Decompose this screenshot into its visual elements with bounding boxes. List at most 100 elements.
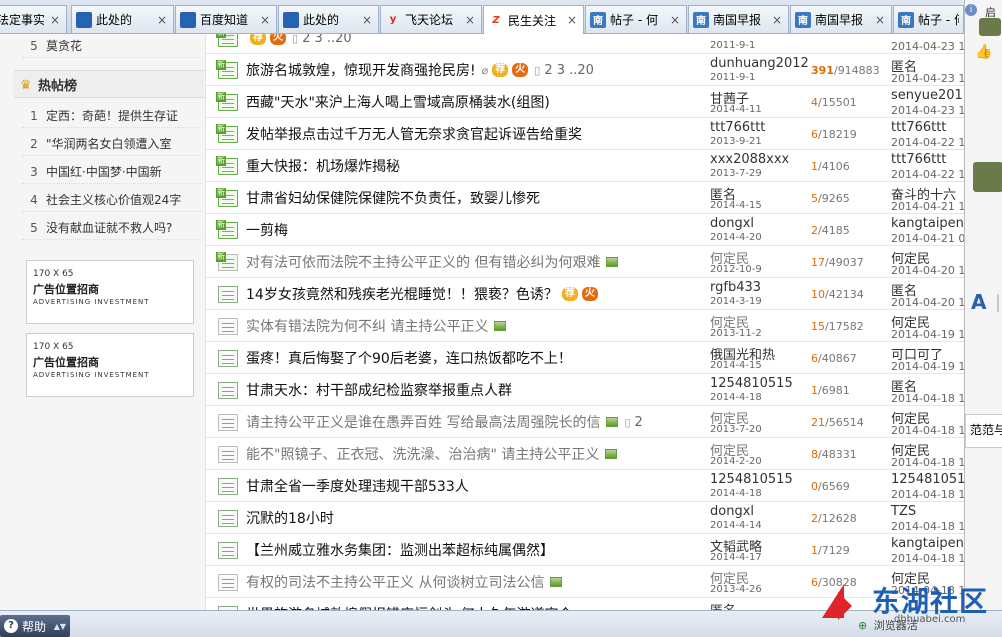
table-row[interactable]: 新西藏"天水"来沪上海人喝上雪域高原桶装水(组图) 甘茜子 2014-4-11 4/1…: [206, 86, 964, 118]
thumbs-up-icon[interactable]: 👍: [975, 44, 993, 62]
thread-title[interactable]: 旅游名城敦煌，惊现开发商强抢民房! ⌀ 荐火 ▯ 2 3 ..20: [246, 60, 594, 80]
thread-title-text[interactable]: 一剪梅: [246, 220, 288, 240]
last-reply-user[interactable]: senyue201: [891, 88, 963, 103]
thread-title-text[interactable]: 请主持公平正义是谁在愚弄百姓 写给最高法周强院长的信: [246, 412, 600, 432]
list-item[interactable]: 5 莫贪花: [22, 34, 202, 58]
close-icon[interactable]: ×: [873, 13, 887, 27]
thread-title[interactable]: 沉默的18小时: [246, 508, 334, 528]
thread-title-text[interactable]: 甘肃全省一季度处理违规干部533人: [246, 476, 469, 496]
tab-3[interactable]: 🐾 此处的 ×: [278, 5, 379, 33]
table-row[interactable]: 14岁女孩竟然和残疾老光棍睡觉！！猥亵？色诱？荐火 rgfb433 2014-3-1…: [206, 278, 964, 310]
close-icon[interactable]: ×: [463, 13, 477, 27]
page-links[interactable]: 2 3 ..20: [302, 34, 352, 46]
thread-title-text[interactable]: 旅游名城敦煌，惊现开发商强抢民房!: [246, 60, 476, 80]
table-row[interactable]: 【兰州威立雅水务集团：监测出苯超标纯属偶然】 文韬武略 2014-4-17 1/712…: [206, 534, 964, 566]
author-name[interactable]: dongxl: [710, 504, 754, 519]
table-row[interactable]: 新甘肃省妇幼保健院保健院不负责任，致婴儿惨死 匿名 2014-4-15 5/9265 奋…: [206, 182, 964, 214]
thread-title-text[interactable]: 沉默的18小时: [246, 508, 334, 528]
ad-banner[interactable]: 170 X 65 广告位置招商 ADVERTISING INVESTMENT: [26, 333, 194, 397]
thread-title-text[interactable]: 14岁女孩竟然和残疾老光棍睡觉！！猥亵？色诱？: [246, 284, 558, 304]
hot-item-text[interactable]: 定西：奇葩！提供生存证: [46, 107, 202, 124]
tab-1[interactable]: 🐾 此处的 ×: [71, 5, 174, 33]
hot-item[interactable]: 2 "华润两名女白领遭入室: [22, 132, 202, 156]
thread-title[interactable]: 有权的司法不主持公平正义 从何谈树立司法公信: [246, 572, 563, 592]
thread-title[interactable]: 甘肃天水：村干部成纪检监察举报重点人群: [246, 380, 512, 400]
tab-9[interactable]: 南 帖子 - 何: [893, 5, 964, 33]
tab-5-active[interactable]: Z 民生关注 ×: [483, 5, 584, 34]
help-button[interactable]: ? 帮助 ▲▼: [0, 615, 70, 637]
thread-title[interactable]: 发帖举报点击过千万无人管无奈求贪官起诉诬告给重奖: [246, 124, 582, 144]
hot-item[interactable]: 3 中国红·中国梦·中国新: [22, 160, 202, 184]
table-row[interactable]: 甘肃天水：村干部成纪检监察举报重点人群 1254810515 2014-4-18 1/…: [206, 374, 964, 406]
hot-item-text[interactable]: 没有献血证就不救人吗?: [46, 219, 202, 236]
thread-title[interactable]: 荐火 ▯ 2 3 ..20: [246, 34, 352, 48]
close-icon[interactable]: ×: [360, 13, 374, 27]
thread-title-text[interactable]: 甘肃省妇幼保健院保健院不负责任，致婴儿惨死: [246, 188, 540, 208]
table-row[interactable]: 请主持公平正义是谁在愚弄百姓 写给最高法周强院长的信 ▯ 2 何定民 2013-7-20…: [206, 406, 964, 438]
author-name[interactable]: dunhuang2012: [710, 56, 809, 71]
last-reply-user[interactable]: kangtaipeng: [891, 536, 964, 551]
thread-title[interactable]: 实体有错法院为何不纠 请主持公平正义: [246, 316, 507, 336]
last-reply-user[interactable]: TZS: [891, 504, 916, 519]
table-row[interactable]: 实体有错法院为何不纠 请主持公平正义 何定民 2013-11-2 15/17582 何定…: [206, 310, 964, 342]
author-name[interactable]: 1254810515: [710, 376, 793, 391]
close-icon[interactable]: ×: [668, 13, 682, 27]
thread-title-text[interactable]: 西藏"天水"来沪上海人喝上雪域高原桶装水(组图): [246, 92, 550, 112]
page-links[interactable]: 2 3 ..20: [544, 63, 594, 78]
hot-item-text[interactable]: "华润两名女白领遭入室: [46, 135, 202, 152]
thread-title[interactable]: 甘肃省妇幼保健院保健院不负责任，致婴儿惨死: [246, 188, 540, 208]
tab-0[interactable]: 法定事实 ×: [0, 5, 67, 33]
thread-title[interactable]: 甘肃全省一季度处理违规干部533人: [246, 476, 469, 496]
author-name[interactable]: rgfb433: [710, 280, 761, 295]
thread-title-text[interactable]: 甘肃天水：村干部成纪检监察举报重点人群: [246, 380, 512, 400]
hot-item[interactable]: 1 定西：奇葩！提供生存证: [22, 104, 202, 128]
thread-title-text[interactable]: 重大快报：机场爆炸揭秘: [246, 156, 400, 176]
tab-6[interactable]: 南 帖子 - 何 ×: [585, 5, 687, 33]
hot-item[interactable]: 4 社会主义核心价值观24字: [22, 188, 202, 212]
last-reply-user[interactable]: kangtaipen: [891, 216, 964, 231]
author-name[interactable]: ttt766ttt: [710, 120, 765, 135]
ad-banner[interactable]: 170 X 65 广告位置招商 ADVERTISING INVESTMENT: [26, 260, 194, 324]
table-row[interactable]: 沉默的18小时 dongxl 2014-4-14 2/12628 TZS 2014-04-…: [206, 502, 964, 534]
thread-title-text[interactable]: 对有法可依而法院不主持公平正义的 但有错必纠为何艰难: [246, 252, 600, 272]
hot-item-text[interactable]: 中国红·中国梦·中国新: [46, 163, 202, 180]
table-row[interactable]: 新重大快报：机场爆炸揭秘 xxx2088xxx 2013-7-29 1/4106 ttt…: [206, 150, 964, 182]
last-reply-user[interactable]: ttt766ttt: [891, 152, 946, 167]
close-icon[interactable]: ×: [770, 13, 784, 27]
tab-4[interactable]: y 飞天论坛 ×: [380, 5, 482, 33]
thread-title-text[interactable]: 【兰州威立雅水务集团：监测出苯超标纯属偶然】: [246, 540, 554, 560]
thread-title[interactable]: 请主持公平正义是谁在愚弄百姓 写给最高法周强院长的信 ▯ 2: [246, 412, 643, 432]
thread-title-text[interactable]: 有权的司法不主持公平正义 从何谈树立司法公信: [246, 572, 544, 592]
last-reply-user[interactable]: 1254810515: [891, 472, 964, 487]
close-icon[interactable]: ×: [155, 13, 169, 27]
author-name[interactable]: 匿名: [710, 600, 736, 610]
thread-title[interactable]: 【兰州威立雅水务集团：监测出苯超标纯属偶然】: [246, 540, 554, 560]
thread-title[interactable]: 能不"照镜子、正衣冠、洗洗澡、治治病" 请主持公平正义: [246, 444, 618, 464]
thread-title-text[interactable]: 蛋疼！真后悔娶了个90后老婆，连口热饭都吃不上！: [246, 348, 572, 368]
table-row[interactable]: 新一剪梅 dongxl 2014-4-20 2/4185 kangtaipen 2014-…: [206, 214, 964, 246]
close-icon[interactable]: ×: [258, 13, 272, 27]
table-row[interactable]: 蛋疼！真后悔娶了个90后老婆，连口热饭都吃不上！ 俄国光和热 2014-4-15 6/…: [206, 342, 964, 374]
thread-title[interactable]: 14岁女孩竟然和残疾老光棍睡觉！！猥亵？色诱？荐火: [246, 284, 598, 304]
thread-title[interactable]: 一剪梅: [246, 220, 288, 240]
table-row[interactable]: 新 荐火 ▯2 3 ..20 2011-9-1 2014-04-23 1: [206, 34, 964, 54]
thread-title[interactable]: 蛋疼！真后悔娶了个90后老婆，连口热饭都吃不上！: [246, 348, 572, 368]
tab-8[interactable]: 南 南国早报 ×: [790, 5, 892, 33]
table-row[interactable]: 新发帖举报点击过千万无人管无奈求贪官起诉诬告给重奖 ttt766ttt 2013-9…: [206, 118, 964, 150]
table-row[interactable]: 甘肃全省一季度处理违规干部533人 1254810515 2014-4-18 0/65…: [206, 470, 964, 502]
tab-2[interactable]: 🐾 百度知道 ×: [175, 5, 277, 33]
avatar[interactable]: [979, 18, 1001, 36]
thread-title[interactable]: 西藏"天水"来沪上海人喝上雪域高原桶装水(组图): [246, 92, 550, 112]
close-icon[interactable]: ×: [565, 13, 579, 27]
hot-item-text[interactable]: 社会主义核心价值观24字: [46, 191, 202, 208]
author-name[interactable]: dongxl: [710, 216, 754, 231]
author-name[interactable]: xxx2088xxx: [710, 152, 789, 167]
thread-title[interactable]: 重大快报：机场爆炸揭秘: [246, 156, 400, 176]
font-size-icon[interactable]: A: [971, 290, 986, 314]
table-row[interactable]: 新旅游名城敦煌，惊现开发商强抢民房! ⌀ 荐火 ▯ 2 3 ..20 dunhuang20…: [206, 54, 964, 86]
close-icon[interactable]: ×: [48, 13, 62, 27]
hot-item[interactable]: 5 没有献血证就不救人吗?: [22, 216, 202, 240]
table-row[interactable]: 能不"照镜子、正衣冠、洗洗澡、治治病" 请主持公平正义 何定民 2014-2-20 8…: [206, 438, 964, 470]
thread-title[interactable]: 对有法可依而法院不主持公平正义的 但有错必纠为何艰难: [246, 252, 619, 272]
thread-title-text[interactable]: 实体有错法院为何不纠 请主持公平正义: [246, 316, 488, 336]
